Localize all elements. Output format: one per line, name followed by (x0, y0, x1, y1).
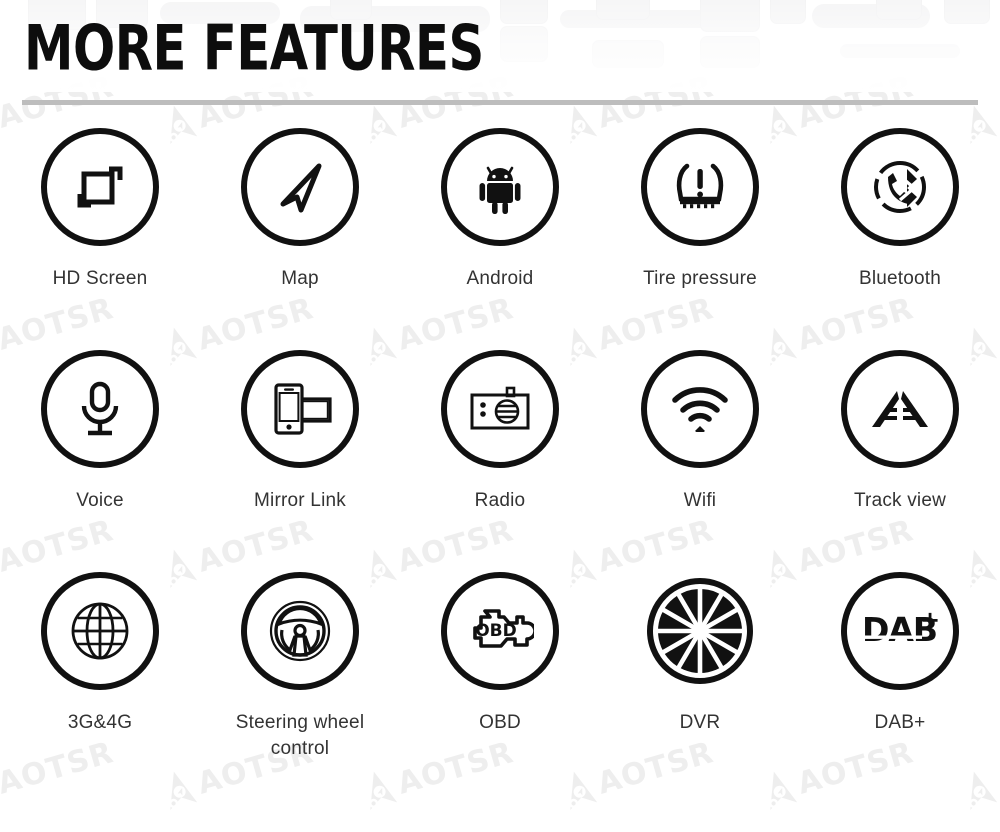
feature-label: Mirror Link (254, 490, 346, 511)
feature-icon-circle (441, 128, 559, 246)
feature-icon-circle: OBD (441, 572, 559, 690)
feature-icon-circle (241, 128, 359, 246)
feature-label: Android (466, 268, 534, 289)
navigation-arrow-icon (270, 157, 330, 217)
feature-item[interactable]: Map (200, 128, 400, 350)
feature-label: Map (281, 268, 319, 289)
feature-item[interactable]: Voice (0, 350, 200, 572)
wifi-icon (669, 386, 731, 432)
feature-icon-circle (641, 572, 759, 690)
hd-screen-icon (71, 158, 129, 216)
page-header: MORE FEATURES (0, 0, 1000, 112)
feature-label: Track view (853, 490, 947, 511)
feature-label: 3G&4G (67, 712, 133, 733)
feature-item[interactable]: Android (400, 128, 600, 350)
feature-item[interactable]: Radio (400, 350, 600, 572)
feature-item[interactable]: 3G&4G (0, 572, 200, 794)
feature-item[interactable]: OBD OBD (400, 572, 600, 794)
phone-screen-mirror-icon (267, 380, 333, 438)
steering-wheel-icon (269, 600, 331, 662)
feature-item[interactable]: Tire pressure (600, 128, 800, 350)
feature-icon-circle: DAB + (841, 572, 959, 690)
feature-label: Bluetooth (858, 268, 942, 289)
feature-icon-circle (241, 572, 359, 690)
features-grid: HD Screen Map Android Tire pressure Blue… (0, 112, 1000, 794)
svg-text:+: + (920, 608, 940, 634)
feature-label: Voice (76, 490, 124, 511)
feature-label: HD Screen (52, 268, 148, 289)
feature-label: OBD (479, 712, 521, 733)
header-divider (22, 100, 978, 105)
feature-item[interactable]: DVR (600, 572, 800, 794)
feature-label: Steering wheel control (235, 712, 365, 759)
feature-icon-circle (641, 128, 759, 246)
feature-item[interactable]: Wifi (600, 350, 800, 572)
feature-icon-circle (841, 128, 959, 246)
microphone-icon (75, 379, 125, 439)
obd-engine-icon: OBD (466, 605, 534, 657)
feature-icon-circle (441, 350, 559, 468)
dab-plus-icon: DAB + (860, 608, 940, 654)
feature-label: Wifi (683, 490, 717, 511)
feature-label: Tire pressure (643, 268, 757, 289)
feature-icon-circle (41, 128, 159, 246)
globe-icon (69, 600, 131, 662)
feature-item[interactable]: HD Screen (0, 128, 200, 350)
feature-icon-circle (641, 350, 759, 468)
android-robot-icon (471, 158, 529, 216)
feature-item[interactable]: Track view (800, 350, 1000, 572)
feature-label: DVR (679, 712, 721, 733)
feature-label: DAB+ (874, 712, 926, 733)
camera-shutter-icon (647, 578, 753, 684)
feature-icon-circle (41, 350, 159, 468)
radio-icon (467, 383, 533, 435)
feature-item[interactable]: Mirror Link (200, 350, 400, 572)
feature-icon-circle (41, 572, 159, 690)
feature-item[interactable]: DAB + DAB+ (800, 572, 1000, 794)
svg-text:OBD: OBD (475, 621, 517, 641)
page-title: MORE FEATURES (24, 11, 484, 85)
bluetooth-phone-icon (870, 157, 930, 217)
tire-pressure-warning-icon (670, 160, 730, 214)
feature-item[interactable]: Steering wheel control (200, 572, 400, 794)
feature-item[interactable]: Bluetooth (800, 128, 1000, 350)
track-view-icon (866, 386, 934, 432)
feature-icon-circle (841, 350, 959, 468)
feature-label: Radio (474, 490, 526, 511)
feature-icon-circle (241, 350, 359, 468)
